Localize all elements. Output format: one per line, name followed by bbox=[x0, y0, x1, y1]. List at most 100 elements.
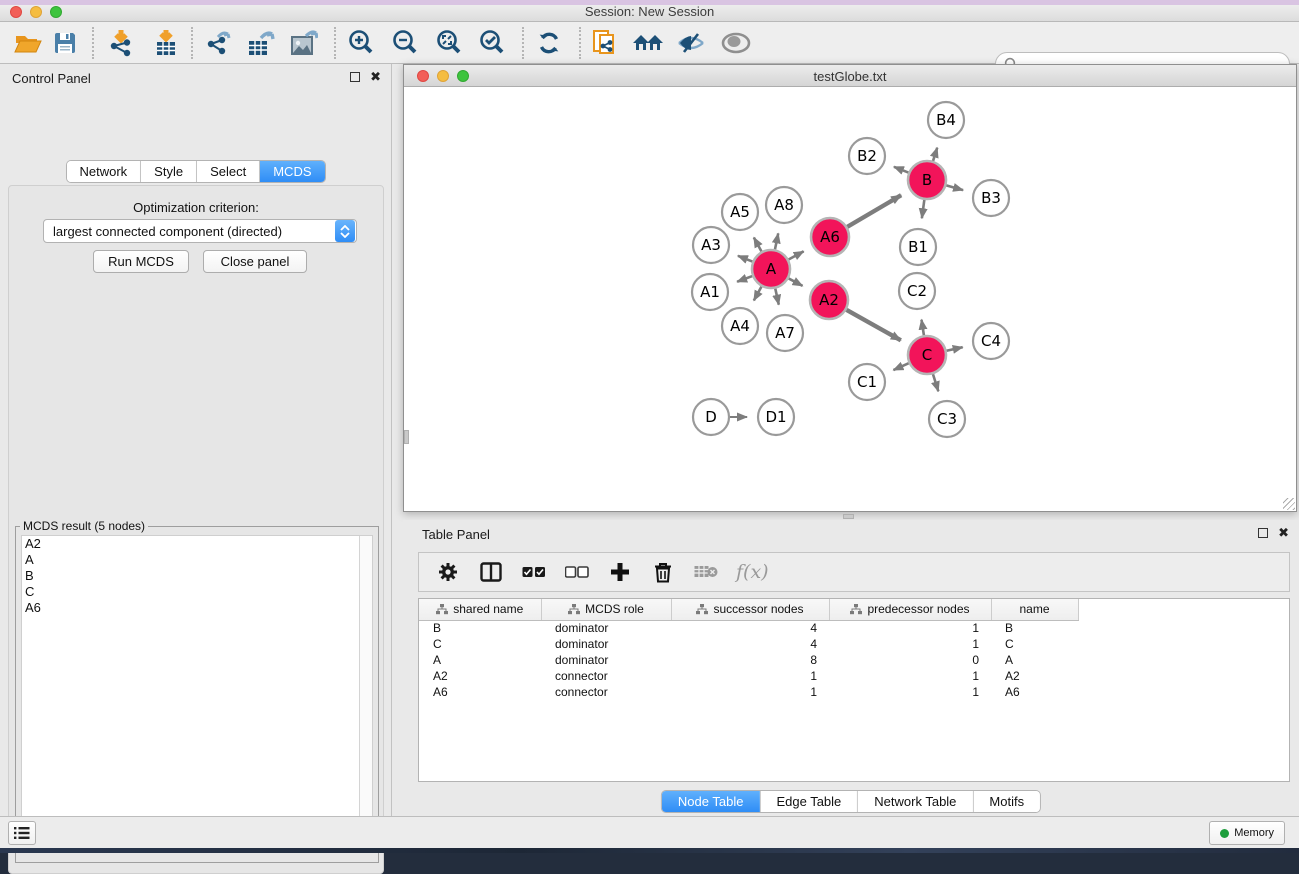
table-cell[interactable]: dominator bbox=[541, 620, 671, 636]
table-row[interactable]: Bdominator41B bbox=[419, 620, 1104, 636]
graph-edge[interactable] bbox=[933, 374, 938, 391]
column-header[interactable]: shared name bbox=[419, 599, 541, 620]
graph-edge[interactable] bbox=[775, 289, 779, 305]
import-table-icon[interactable] bbox=[148, 25, 184, 61]
column-header[interactable]: predecessor nodes bbox=[829, 599, 991, 620]
table-cell[interactable]: B bbox=[991, 620, 1078, 636]
deselect-checkboxes-icon[interactable] bbox=[564, 558, 590, 586]
table-cell[interactable]: B bbox=[419, 620, 541, 636]
table-cell[interactable]: dominator bbox=[541, 636, 671, 652]
split-columns-icon[interactable] bbox=[478, 558, 504, 586]
network-window-titlebar[interactable]: testGlobe.txt bbox=[404, 65, 1296, 87]
graph-node[interactable]: A4 bbox=[722, 308, 758, 344]
zoom-selected-icon[interactable] bbox=[474, 25, 510, 61]
graph-node[interactable]: C1 bbox=[849, 364, 885, 400]
result-list-item[interactable]: A2 bbox=[22, 536, 372, 552]
eye-slash-icon[interactable] bbox=[673, 25, 709, 61]
graph-edge[interactable] bbox=[847, 195, 901, 227]
close-table-panel-icon[interactable]: ✖ bbox=[1278, 528, 1289, 538]
graph-edge[interactable] bbox=[789, 251, 804, 259]
close-panel-button[interactable]: Close panel bbox=[203, 250, 307, 273]
table-cell[interactable]: A2 bbox=[991, 668, 1078, 684]
table-row[interactable]: A6connector11A6 bbox=[419, 684, 1104, 700]
graph-node[interactable]: A5 bbox=[722, 194, 758, 230]
table-cell[interactable]: dominator bbox=[541, 652, 671, 668]
table-cell[interactable]: 8 bbox=[671, 652, 829, 668]
table-row[interactable]: Cdominator41C bbox=[419, 636, 1104, 652]
zoom-fit-icon[interactable] bbox=[431, 25, 467, 61]
criterion-dropdown[interactable]: largest connected component (directed) bbox=[43, 219, 357, 243]
eye-icon[interactable] bbox=[718, 25, 754, 61]
zoom-out-icon[interactable] bbox=[387, 25, 423, 61]
run-mcds-button[interactable]: Run MCDS bbox=[93, 250, 189, 273]
table-cell[interactable]: A bbox=[991, 652, 1078, 668]
column-header[interactable]: successor nodes bbox=[671, 599, 829, 620]
graph-node[interactable]: B1 bbox=[900, 229, 936, 265]
graph-edge[interactable] bbox=[737, 276, 752, 282]
refresh-icon[interactable] bbox=[531, 25, 567, 61]
add-column-icon[interactable] bbox=[607, 558, 633, 586]
graph-edge[interactable] bbox=[775, 233, 778, 249]
graph-node[interactable]: D bbox=[693, 399, 729, 435]
column-header[interactable]: name bbox=[991, 599, 1078, 620]
close-panel-icon[interactable]: ✖ bbox=[370, 72, 381, 82]
tab-network[interactable]: Network bbox=[66, 161, 141, 182]
memory-button[interactable]: Memory bbox=[1209, 821, 1285, 845]
table-cell[interactable]: C bbox=[991, 636, 1078, 652]
table-cell[interactable]: 0 bbox=[829, 652, 991, 668]
function-builder-icon[interactable]: f(x) bbox=[736, 561, 769, 583]
houses-icon[interactable] bbox=[630, 25, 666, 61]
float-panel-icon[interactable] bbox=[350, 72, 360, 82]
network-canvas[interactable]: B4B2BB3A8A5A6A3B1AC2A1A2A4A7C4CC1DD1C3 bbox=[404, 87, 1296, 511]
graph-node[interactable]: A2 bbox=[810, 281, 848, 319]
result-list-item[interactable]: A6 bbox=[22, 600, 372, 616]
table-cell[interactable]: 1 bbox=[829, 668, 991, 684]
graph-edge[interactable] bbox=[754, 287, 762, 301]
result-list-item[interactable]: A bbox=[22, 552, 372, 568]
graph-node[interactable]: A8 bbox=[766, 187, 802, 223]
graph-edge[interactable] bbox=[946, 185, 963, 190]
graph-edge[interactable] bbox=[921, 320, 923, 336]
export-table-icon[interactable] bbox=[243, 25, 279, 61]
table-cell[interactable]: connector bbox=[541, 684, 671, 700]
export-network-icon[interactable] bbox=[200, 25, 236, 61]
graph-node[interactable]: C bbox=[908, 336, 946, 374]
graph-node[interactable]: B3 bbox=[973, 180, 1009, 216]
graph-edge[interactable] bbox=[933, 148, 937, 161]
table-cell[interactable]: 1 bbox=[671, 684, 829, 700]
document-share-icon[interactable] bbox=[587, 25, 623, 61]
task-history-button[interactable] bbox=[8, 821, 36, 845]
graph-node[interactable]: D1 bbox=[758, 399, 794, 435]
graph-node[interactable]: B2 bbox=[849, 138, 885, 174]
table-cell[interactable]: 4 bbox=[671, 636, 829, 652]
network-graph[interactable]: B4B2BB3A8A5A6A3B1AC2A1A2A4A7C4CC1DD1C3 bbox=[404, 87, 1296, 511]
table-cell[interactable]: 1 bbox=[671, 668, 829, 684]
table-cell[interactable]: C bbox=[419, 636, 541, 652]
window-resize-grip[interactable] bbox=[1283, 498, 1295, 510]
zoom-in-icon[interactable] bbox=[343, 25, 379, 61]
graph-node[interactable]: A bbox=[752, 250, 790, 288]
gear-icon[interactable] bbox=[435, 558, 461, 586]
canvas-scrollbar-nub[interactable] bbox=[404, 430, 409, 444]
graph-node[interactable]: A1 bbox=[692, 274, 728, 310]
graph-node[interactable]: A7 bbox=[767, 315, 803, 351]
graph-edge[interactable] bbox=[894, 167, 909, 173]
column-header[interactable]: MCDS role bbox=[541, 599, 671, 620]
graph-node[interactable]: C3 bbox=[929, 401, 965, 437]
table-cell[interactable]: 1 bbox=[829, 620, 991, 636]
table-cell[interactable]: connector bbox=[541, 668, 671, 684]
graph-node[interactable]: B4 bbox=[928, 102, 964, 138]
graph-edge[interactable] bbox=[922, 200, 924, 218]
graph-edge[interactable] bbox=[846, 310, 900, 341]
tab-network-table[interactable]: Network Table bbox=[858, 791, 973, 812]
tab-motifs[interactable]: Motifs bbox=[973, 791, 1040, 812]
graph-node[interactable]: C2 bbox=[899, 273, 935, 309]
table-row[interactable]: A2connector11A2 bbox=[419, 668, 1104, 684]
mcds-result-list[interactable]: A2ABCA6 bbox=[21, 535, 373, 851]
table-cell[interactable]: A2 bbox=[419, 668, 541, 684]
tab-node-table[interactable]: Node Table bbox=[662, 791, 761, 812]
table-cell[interactable]: 1 bbox=[829, 684, 991, 700]
save-session-icon[interactable] bbox=[47, 25, 83, 61]
graph-node[interactable]: C4 bbox=[973, 323, 1009, 359]
open-folder-icon[interactable] bbox=[10, 25, 46, 61]
